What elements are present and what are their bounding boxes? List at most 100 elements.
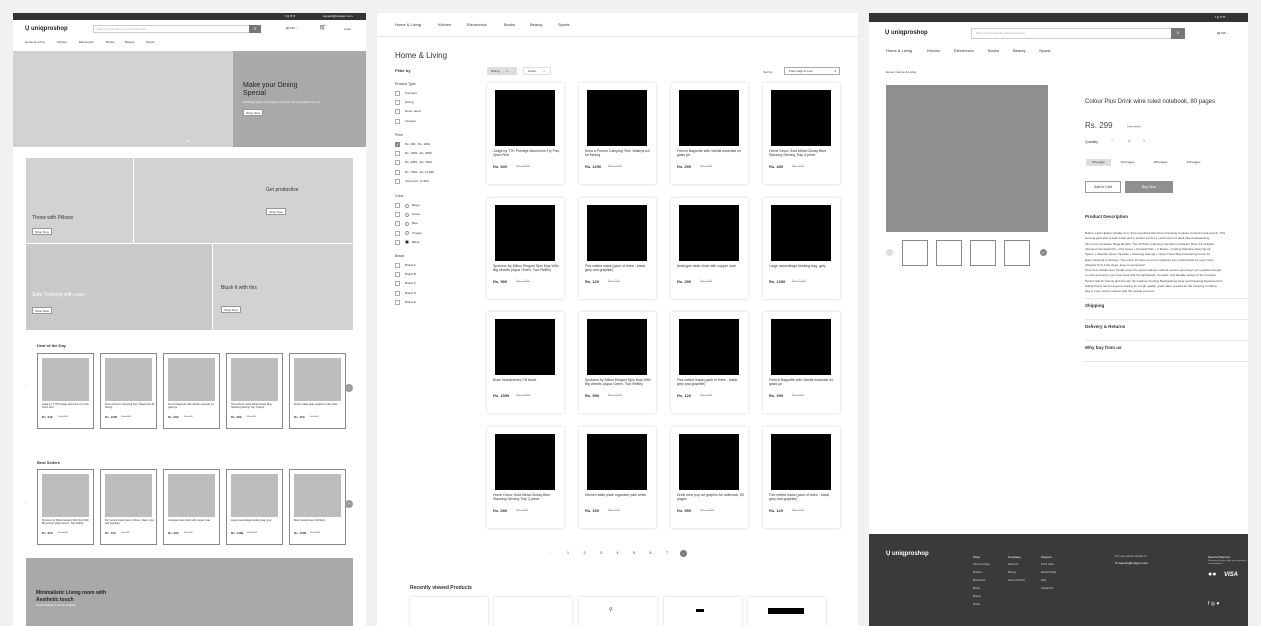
product-card[interactable]: Krica a Person Camping Tent, Waterproof … bbox=[100, 353, 157, 429]
product-card[interactable]: Home Decor Gold Metal Glossy Blue Stacki… bbox=[763, 83, 840, 184]
nav-item[interactable]: Books bbox=[988, 49, 999, 53]
nav-item[interactable]: Kitchen bbox=[927, 49, 940, 53]
filter-checkbox[interactable] bbox=[395, 151, 400, 157]
filter-checkbox[interactable] bbox=[395, 239, 400, 245]
hero-carousel-dots[interactable]: ••• bbox=[186, 139, 190, 143]
footer-social-icons[interactable]: f ◎ ♥ bbox=[1208, 602, 1220, 607]
filter-checkbox[interactable] bbox=[395, 100, 400, 106]
nav-item[interactable]: Beauty bbox=[125, 41, 134, 44]
product-card[interactable]: Fizz netted mask (pack of three - black,… bbox=[671, 312, 748, 413]
nav-item[interactable]: Sports bbox=[558, 23, 570, 27]
deal-next-arrow[interactable]: › bbox=[345, 384, 353, 392]
filter-checkbox[interactable] bbox=[395, 169, 400, 175]
footer-link[interactable]: Contact Us bbox=[1041, 587, 1053, 591]
footer-link[interactable]: Refund Policy bbox=[1041, 571, 1056, 575]
footer-link[interactable]: About Us bbox=[1008, 563, 1018, 567]
currency-select[interactable]: ▤ INR ⌄ bbox=[286, 27, 298, 30]
nav-item[interactable]: Sports bbox=[146, 41, 155, 44]
page-number[interactable]: 6 bbox=[650, 551, 652, 556]
product-card[interactable]: Analogue desk clock with copper coat Rs. … bbox=[163, 469, 220, 545]
product-card[interactable]: Home Decor Gold Metal Glossy Blue Stacki… bbox=[487, 427, 564, 528]
add-to-cart-button[interactable]: Add to Cart bbox=[1085, 181, 1121, 193]
search-button[interactable]: ⌕ bbox=[1171, 28, 1185, 39]
footer-link[interactable]: Terms of Policy bbox=[1008, 579, 1025, 583]
recent-product-card[interactable] bbox=[494, 597, 572, 626]
pagination-next-arrow[interactable]: › bbox=[680, 550, 687, 557]
color-radio[interactable] bbox=[405, 221, 409, 226]
login-link[interactable]: Login bbox=[344, 28, 351, 31]
recent-product-card[interactable] bbox=[748, 597, 826, 626]
nav-item[interactable]: Electronics bbox=[467, 23, 487, 27]
filter-chip[interactable]: Dining × bbox=[487, 67, 517, 75]
product-card[interactable]: Fizz netted mask (pack of three - black,… bbox=[100, 469, 157, 545]
nav-item[interactable]: Electronics bbox=[954, 49, 974, 53]
filter-checkbox[interactable] bbox=[395, 203, 400, 208]
nav-item[interactable]: Kitchen bbox=[57, 41, 67, 44]
product-card[interactable]: Large camouflage trekking bag, grey Rs. 1… bbox=[763, 198, 840, 299]
currency-select[interactable]: ▤ INR ⌄ bbox=[1217, 32, 1229, 35]
footer-link[interactable]: Home & Living bbox=[973, 563, 989, 567]
product-card[interactable]: Judge by TTK Prestige Aluminium Fry Pan,… bbox=[487, 83, 564, 184]
product-card[interactable]: Spotzero by Milton Elegant Spin Mop With… bbox=[487, 198, 564, 299]
nav-item[interactable]: Home & Living bbox=[25, 41, 45, 44]
filter-checkbox[interactable] bbox=[395, 109, 400, 115]
search-button[interactable]: ⌕ bbox=[249, 25, 261, 33]
product-card[interactable]: Bose headphones CR black Rs. 1599 Rs. 2999 bbox=[289, 469, 346, 545]
variant-option[interactable]: 80 pages bbox=[1085, 158, 1112, 167]
filter-checkbox[interactable] bbox=[395, 91, 400, 96]
promo-shop-now-button[interactable]: Shop Now bbox=[32, 307, 52, 314]
variant-option[interactable]: 180 pages bbox=[1147, 158, 1174, 167]
color-radio[interactable] bbox=[405, 203, 409, 208]
thumbnail[interactable] bbox=[970, 240, 996, 266]
filter-checkbox[interactable] bbox=[395, 118, 400, 124]
search-input[interactable]: Search for products, brand and more bbox=[971, 28, 1185, 39]
recent-product-card[interactable] bbox=[410, 597, 488, 626]
brand-logo[interactable]: Ụ uniqproshop bbox=[25, 26, 68, 32]
color-radio[interactable] bbox=[405, 212, 409, 217]
product-card[interactable]: Fizz netted mask (pack of three - black,… bbox=[763, 427, 840, 528]
variant-option[interactable]: 240 pages bbox=[1180, 158, 1207, 167]
promo-tile-blush[interactable]: Blush it with this Shop Now bbox=[213, 244, 353, 330]
product-card[interactable]: French Baguette with Vanilla essential o… bbox=[671, 83, 748, 184]
filter-checkbox[interactable] bbox=[395, 160, 400, 166]
product-card[interactable]: Bose headphones CR black Rs. 1599 Rs. 2999 bbox=[487, 312, 564, 413]
best-prev-arrow[interactable]: ‹ bbox=[25, 501, 27, 506]
page-number[interactable]: 3 bbox=[600, 551, 602, 556]
product-card[interactable]: Analogue desk clock with copper coat Rs. … bbox=[671, 198, 748, 299]
breadcrumb[interactable]: Home / Home & Living bbox=[886, 71, 916, 74]
product-card[interactable]: Fizz netted mask (pack of three - black,… bbox=[579, 198, 656, 299]
filter-chip[interactable]: Green × bbox=[523, 67, 551, 75]
page-number[interactable]: 1 bbox=[567, 551, 569, 556]
thumb-prev-arrow[interactable]: ‹ bbox=[886, 249, 893, 256]
chip-close-icon[interactable]: × bbox=[506, 69, 508, 73]
footer-link[interactable]: Beauty bbox=[973, 595, 981, 599]
thumbnail[interactable] bbox=[936, 240, 962, 266]
search-input[interactable]: Search for products, brand and more bbox=[93, 25, 261, 33]
filter-checkbox[interactable] bbox=[395, 299, 400, 305]
nav-item[interactable]: Sports bbox=[1039, 49, 1051, 53]
filter-checkbox[interactable] bbox=[395, 221, 400, 227]
quantity-increase-button[interactable]: + bbox=[1143, 139, 1145, 144]
footer-link[interactable]: Privacy bbox=[1008, 571, 1016, 575]
cart-icon[interactable]: 🛒︎ bbox=[319, 25, 327, 31]
product-card[interactable]: Spotzero by Milton Elegant Spin Mop With… bbox=[37, 469, 94, 545]
nav-item[interactable]: Beauty bbox=[530, 23, 542, 27]
hero-shop-now-button[interactable]: Shop Now bbox=[243, 109, 263, 116]
chip-close-icon[interactable]: × bbox=[543, 69, 545, 73]
product-card[interactable]: Kitchen table plate organizer pale white… bbox=[289, 353, 346, 429]
nav-item[interactable]: Home & Living bbox=[395, 23, 421, 27]
variant-option[interactable]: 120 pages bbox=[1114, 158, 1141, 167]
footer-link[interactable]: Track order bbox=[1041, 563, 1054, 567]
filter-checkbox[interactable] bbox=[395, 212, 400, 218]
pagination-prev-arrow[interactable]: ‹ bbox=[549, 551, 551, 556]
nav-item[interactable]: Home & Living bbox=[886, 49, 912, 53]
sort-select[interactable]: Price High to Low ▾ bbox=[784, 67, 840, 75]
product-card[interactable]: Judge by TTK Prestige Aluminium Fry Pan,… bbox=[37, 353, 94, 429]
accordion-section[interactable]: Delivery & Returns bbox=[1085, 324, 1125, 330]
footer-link[interactable]: Electronics bbox=[973, 579, 985, 583]
nav-item[interactable]: Electronics bbox=[79, 41, 94, 44]
page-number[interactable]: 4 bbox=[617, 551, 619, 556]
thumbnail[interactable] bbox=[1004, 240, 1030, 266]
product-card[interactable]: Krica a Person Camping Tent, Waterproof … bbox=[579, 83, 656, 184]
nav-item[interactable]: Books bbox=[504, 23, 515, 27]
